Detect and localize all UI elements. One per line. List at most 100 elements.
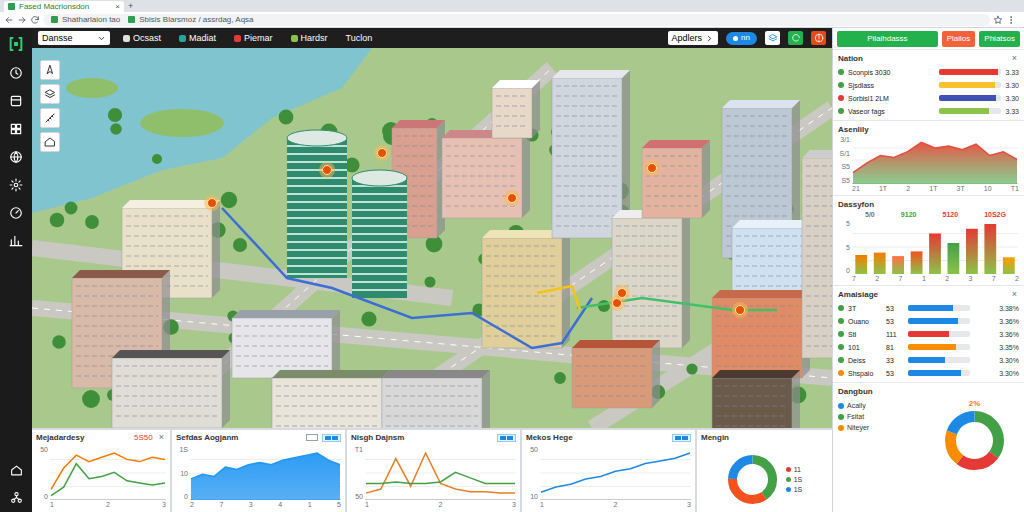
axis-tick: 1T [879,185,887,192]
row-label: Ouano [848,318,882,325]
bar-color [908,331,949,337]
tab-close[interactable]: × [115,3,120,11]
axis-tick: 10 [984,185,992,192]
axis-tick: 10 [526,493,538,500]
axis-tick: 5 [337,501,341,508]
action-button[interactable]: Pilaihdasss [837,31,938,47]
chart-bar [948,243,960,274]
view-dropdown[interactable]: Dansse [38,31,110,45]
chart-plot [540,446,691,500]
row-label: Sconpis 3030 [848,69,935,76]
grid-icon[interactable] [9,122,23,136]
section-title: Sefdas Aogjanm [176,432,238,444]
map-tool-button[interactable] [40,132,60,152]
axis-tick: T1 [351,446,363,453]
bar-label: 10S2G [984,211,1006,218]
alert-button[interactable] [811,31,826,45]
layers-icon [44,88,56,100]
row-label: Sjsdlass [848,82,935,89]
bar-fill [908,344,956,350]
apply-button[interactable]: Apdlers [668,31,719,45]
action-button[interactable]: Plailos [942,31,976,47]
map-tool-button[interactable] [40,84,60,104]
settings-icon[interactable] [9,178,23,192]
series-line [541,453,690,492]
gauge-icon[interactable] [9,206,23,220]
row-value: 3.30 [1005,95,1019,102]
map-tool-button[interactable] [40,108,60,128]
view-icon [507,436,513,440]
status-pill[interactable]: nn [726,32,757,45]
axis-tick: 2 [614,501,618,508]
menu-icon[interactable] [1006,15,1016,25]
toolbar-tab[interactable]: Hardsr [286,31,333,45]
chart: T150123 [351,446,516,508]
row-value: 53 [886,370,904,377]
legend-label: 11 [794,466,801,473]
close-button[interactable]: × [157,433,166,442]
close-button[interactable]: × [1010,54,1019,63]
forward-icon[interactable] [17,15,27,25]
axis-tick: 3 [968,275,972,282]
refresh-button[interactable] [788,31,803,45]
axis-tick: 1 [922,275,926,282]
layers-button[interactable] [765,31,780,45]
activity-section: Asenlily3/1S/1S5S5211T21T3T10T1 [833,121,1024,196]
section-title: Mengin [701,432,729,444]
view-switch[interactable] [672,434,691,442]
home-icon[interactable] [10,464,23,477]
axis-tick: 5 [838,244,850,251]
network-icon[interactable] [10,491,23,504]
site-icon [128,16,135,23]
close-button[interactable]: × [1010,290,1019,299]
toggle-icon[interactable] [306,434,318,441]
axis-tick: 2 [190,501,194,508]
action-label: Pilaihdasss [867,35,907,43]
city-map[interactable] [32,48,832,428]
clock-icon[interactable] [9,66,23,80]
row-percent: 3.30% [999,357,1019,364]
status-dot [838,370,844,376]
view-switch[interactable] [497,434,516,442]
action-button[interactable]: Phiatsos [979,31,1020,47]
back-icon[interactable] [4,15,14,25]
section-title: Nisgh Dajnsm [351,432,404,444]
lock-icon [51,16,58,23]
reload-icon[interactable] [30,15,40,25]
metric-row: StI1113.36% [838,328,1019,340]
globe-icon[interactable] [9,150,23,164]
row-percent: 3.38% [999,305,1019,312]
metric-row: Sorbisl1 2LM3.30 [838,92,1019,104]
toolbar-tab[interactable]: Piemar [229,31,278,45]
chart-bar [929,234,941,275]
legend-label: 1S [794,476,803,483]
star-icon[interactable] [993,15,1003,25]
tab-label: Madiat [189,34,216,43]
panel-icon[interactable] [9,94,23,108]
metric-row: Shspaio533.30% [838,367,1019,379]
axis-tick: 7 [852,275,856,282]
address-bar[interactable]: Shatharlaion taoSbisis Blarsmoz / assrda… [43,14,990,26]
toolbar-tab[interactable]: Madiat [174,31,221,45]
status-dot [838,331,844,337]
logo-icon[interactable] [8,36,24,52]
bar-label: 5120 [943,211,959,218]
series-line [191,453,340,479]
axis-tick: 50 [351,493,363,500]
bar-fill [908,331,949,337]
row-label: 3T [848,305,882,312]
toolbar-tab[interactable]: Tuclon [341,31,378,45]
bar-track [908,331,970,337]
chart-bar [1003,257,1015,274]
chart-icon[interactable] [9,234,23,248]
map-tool-button[interactable] [40,60,60,80]
donut-segment [732,459,772,499]
view-icon [332,436,338,440]
view-switch[interactable] [322,434,341,442]
row-value: 3.33 [1005,108,1019,115]
sidebar [0,28,32,512]
browser-tab[interactable]: Fased Macrionsdon× [4,1,124,12]
tab-dot [291,35,298,42]
toolbar-tab[interactable]: Ocsast [118,31,166,45]
new-tab-button[interactable]: + [128,2,133,12]
